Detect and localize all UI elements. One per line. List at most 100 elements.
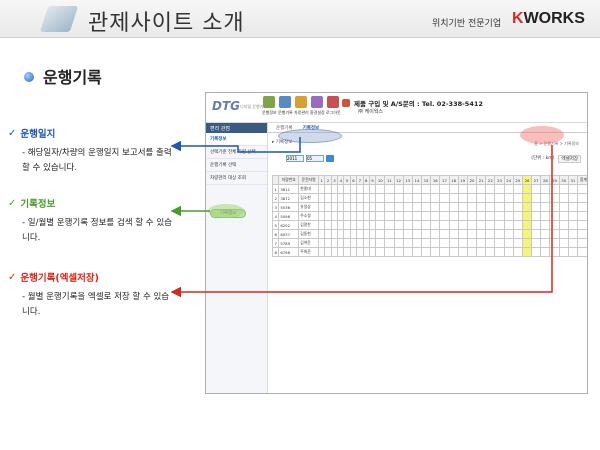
table-cell [402,247,413,257]
page-title: 관제사이트 소개 [88,11,245,36]
table-cell [540,202,551,212]
table-cell [485,229,496,239]
table-cell [485,238,496,248]
sidebar-item-record-info[interactable]: 기록정보 [206,133,267,146]
table-header-cell: 12 [393,175,404,185]
table-cell [411,184,423,194]
table-header-cell: 31 [567,175,578,185]
table-cell: 5536 [278,202,300,212]
callout-heading: 운행일지 [20,129,56,140]
table-cell [531,247,542,257]
table-header-cell: 23 [494,175,505,185]
table-cell [448,247,459,257]
table-cell [576,193,587,203]
table-cell: 김여운 [298,238,320,248]
toolbar-drive-record-button[interactable]: 운행기록 [278,96,293,120]
highlight-green [208,204,244,218]
table-cell [567,211,578,221]
table-cell [476,247,487,257]
table-cell [576,229,587,239]
year-select[interactable]: 2011 [286,155,304,162]
table-cell [576,247,587,257]
table-cell [576,211,587,221]
table-cell [448,193,459,203]
table-cell [503,202,514,212]
table-cell [503,229,514,239]
table-cell [439,211,450,221]
table-cell [512,184,523,194]
callout-description: - 월별 운행기록을 엑셀로 저장 할 수 있습니다. [22,292,170,317]
table-cell [485,193,496,203]
table-cell [430,220,441,230]
table-cell [540,220,551,230]
table-cell [384,202,395,212]
table-cell [531,193,542,203]
table-header-cell: 30 [558,175,569,185]
table-cell [393,211,404,221]
table-cell [521,193,533,203]
table-header-cell: 25 [512,175,523,185]
sidebar-header: 편리 관점 [206,123,267,133]
table-cell [540,238,551,248]
table-cell [503,184,514,194]
table-cell [549,193,560,203]
table-cell [558,220,569,230]
table-cell [411,202,423,212]
table-cell [457,247,468,257]
table-cell [549,238,560,248]
table-cell: 5096 [278,211,300,221]
table-cell [521,229,533,239]
table-cell [466,202,478,212]
table-cell [439,193,450,203]
table-cell [411,220,423,230]
table-cell [393,220,404,230]
toolbar-logout-button[interactable]: 로그아웃 [326,96,341,120]
table-cell [448,211,459,221]
table-cell [448,229,459,239]
table-cell [439,247,450,257]
section-title: 운행기록 [43,68,102,87]
toolbar-drive-info-button[interactable]: 운행정보 [262,96,277,120]
excel-save-button[interactable]: 엑셀저장 [558,155,581,163]
table-cell [476,229,487,239]
table-cell [448,184,459,194]
table-row: 6 6037 김동현 [271,229,587,239]
table-cell [448,202,459,212]
table-cell [567,238,578,248]
search-button[interactable] [326,155,334,162]
table-header-cell: 11 [384,175,395,185]
table-cell [384,229,395,239]
table-cell [402,184,413,194]
highlight-blue [278,129,342,143]
table-header-cell: 27 [531,175,542,185]
table-cell [466,229,478,239]
table-row: 2 3872 김소현 [271,193,587,203]
table-cell [494,202,505,212]
table-cell [448,220,459,230]
table-cell [503,193,514,203]
table-cell [540,211,551,221]
table-cell [384,193,395,203]
callout-heading: 기록정보 [20,199,56,210]
table-cell [421,238,432,248]
table-cell [512,193,523,203]
table-cell [393,193,404,203]
table-cell [430,211,441,221]
table-cell [439,202,450,212]
table-header-cell: 24 [503,175,514,185]
toolbar-settings-button[interactable]: 환경설정 [310,96,325,120]
sidebar-item-drive-record[interactable]: 운행기록 선택 [206,159,267,172]
month-select[interactable]: 05 [306,155,324,162]
table-cell [384,220,395,230]
sidebar-item-vehicle-query[interactable]: 차량관리 대상 조회 [206,172,267,185]
table-cell: 6202 [278,220,300,230]
table-header-cell: 26 [521,175,533,185]
sidebar-item-select-vehicles[interactable]: 선택기준 전체 차량 선택 [206,146,267,159]
table-cell [549,202,560,212]
table-cell [466,247,478,257]
check-icon: ✓ [8,127,17,139]
toolbar-vehicle-button[interactable]: 차량관리 [294,96,309,120]
table-row: 7 5789 김여운 [271,238,587,248]
table-cell [375,202,386,212]
table-cell [567,202,578,212]
